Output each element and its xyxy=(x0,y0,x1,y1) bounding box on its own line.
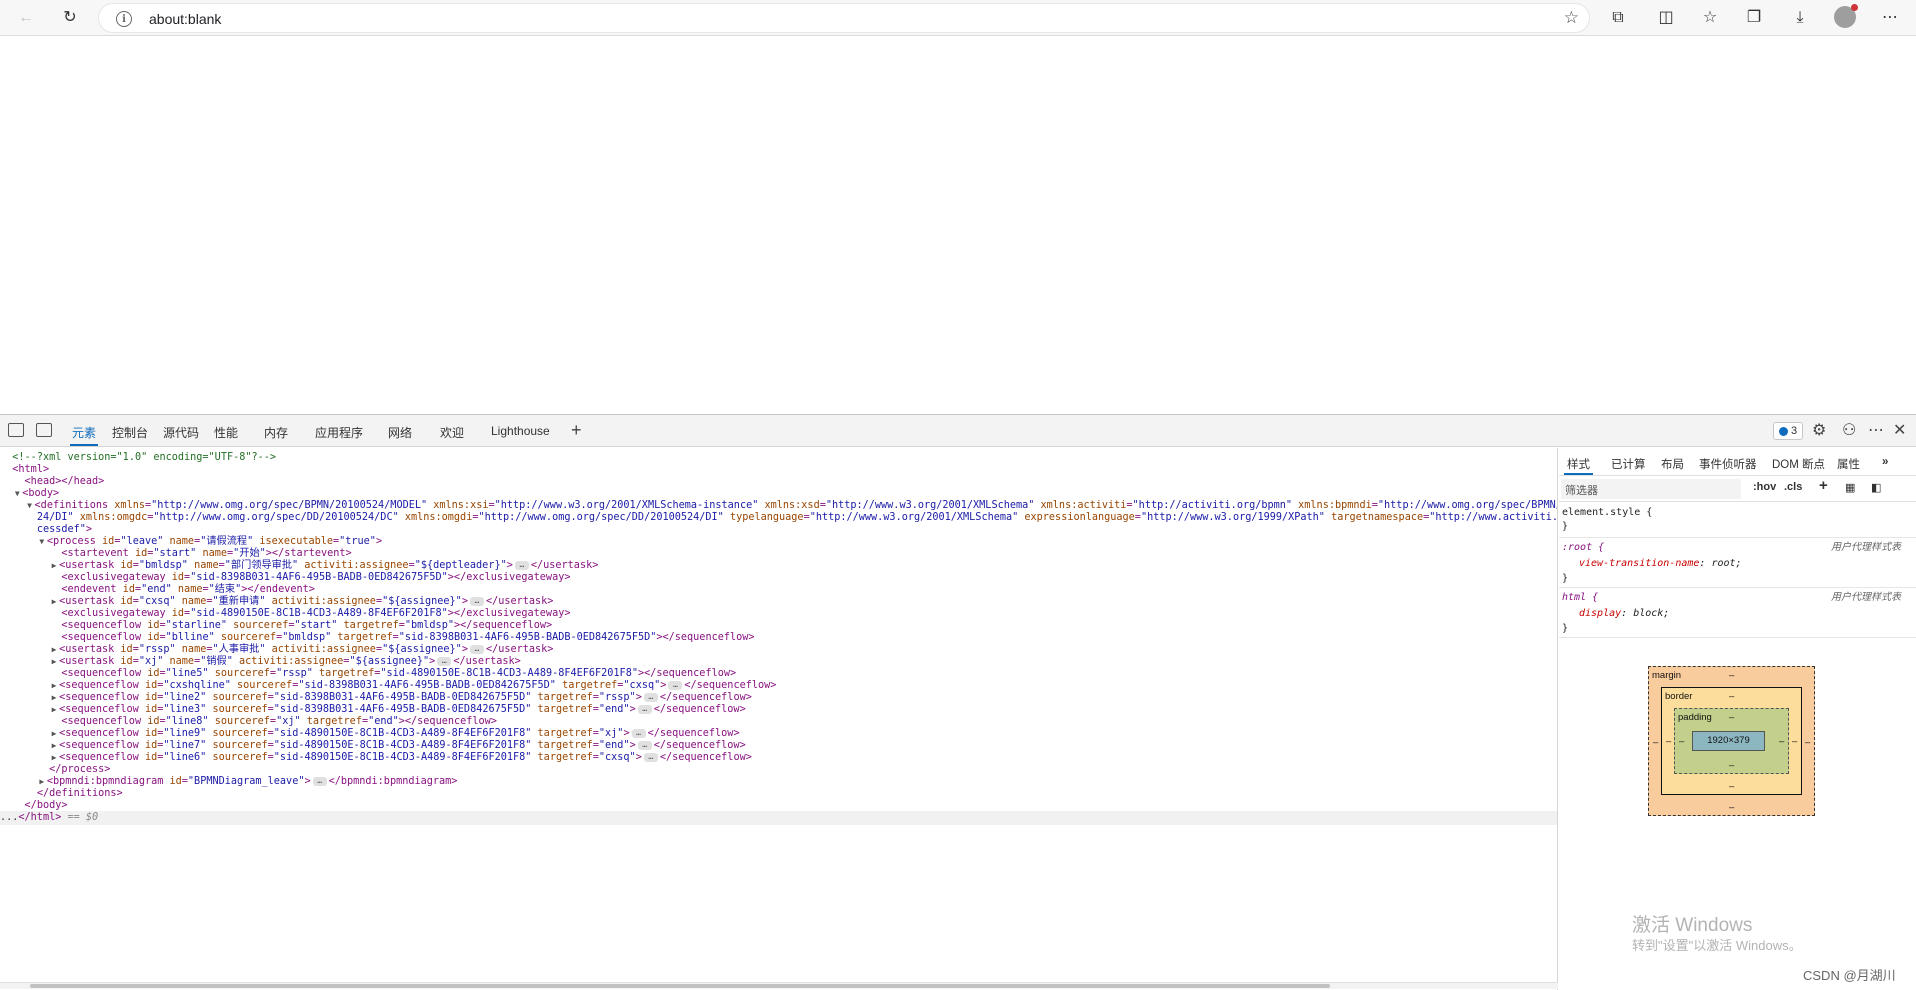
inspect-element-icon[interactable] xyxy=(8,423,24,437)
elements-tree: <!--?xml version="1.0" encoding="UTF-8"?… xyxy=(0,448,1558,990)
split-screen-icon[interactable]: ◫ xyxy=(1654,6,1678,30)
border-left-value: – xyxy=(1666,736,1672,747)
tab-sources[interactable]: 源代码 xyxy=(163,424,199,441)
tab-styles[interactable]: 样式 xyxy=(1564,456,1593,475)
tab-console[interactable]: 控制台 xyxy=(112,424,148,441)
border-top-value: – xyxy=(1729,691,1735,702)
csdn-credit: CSDN @月湖川 xyxy=(1803,968,1896,983)
refresh-icon[interactable]: ↻ xyxy=(58,6,82,30)
border-label: border xyxy=(1665,691,1693,702)
address-bar[interactable]: i about:blank ☆ xyxy=(98,3,1590,33)
browser-toolbar: ← ↻ i about:blank ☆ ⧉ ◫ ☆ ❐ ⤓ ⋯ xyxy=(0,0,1916,36)
paint-icon[interactable]: ▦ xyxy=(1845,481,1855,494)
page-content xyxy=(0,37,1916,414)
border-bottom-value: – xyxy=(1729,781,1735,792)
favorite-add-icon[interactable]: ☆ xyxy=(1564,8,1579,28)
rule-close: } xyxy=(1562,573,1569,584)
padding-label: padding xyxy=(1678,712,1712,723)
devtools-tabbar: 元素 控制台 源代码 性能 内存 应用程序 网络 欢迎 Lighthouse +… xyxy=(0,415,1916,447)
padding-bottom-value: – xyxy=(1729,760,1735,771)
padding-top-value: – xyxy=(1729,712,1735,723)
rule-close: } xyxy=(1562,521,1569,532)
devtools-panel: 元素 控制台 源代码 性能 内存 应用程序 网络 欢迎 Lighthouse +… xyxy=(0,414,1916,990)
issues-badge[interactable]: 3 xyxy=(1773,422,1804,440)
new-rule-icon[interactable]: + xyxy=(1819,477,1828,494)
dock-icon[interactable]: ⚇ xyxy=(1842,420,1856,440)
padding-left-value: – xyxy=(1679,736,1685,747)
styles-filter-bar: 筛选器 :hov .cls + ▦ ◧ xyxy=(1559,476,1916,502)
downloads-icon[interactable]: ⤓ xyxy=(1788,6,1812,30)
property-name: view-transition-name xyxy=(1579,558,1700,569)
tab-event-listeners[interactable]: 事件侦听器 xyxy=(1699,456,1757,472)
tab-application[interactable]: 应用程序 xyxy=(315,424,363,441)
windows-activation-watermark: 激活 Windows xyxy=(1632,915,1753,936)
rule-close: } xyxy=(1562,623,1569,634)
sidebar-toggle-icon[interactable]: ◧ xyxy=(1871,481,1881,494)
tab-properties[interactable]: 属性 xyxy=(1837,456,1860,472)
cls-toggle[interactable]: .cls xyxy=(1784,481,1802,493)
add-tool-icon[interactable]: + xyxy=(571,420,582,441)
styles-filter-input[interactable]: 筛选器 xyxy=(1561,479,1741,499)
property-name: display xyxy=(1579,608,1622,619)
favorites-icon[interactable]: ☆ xyxy=(1698,6,1722,30)
box-model-margin[interactable]: margin – – – – border – – – – padding – … xyxy=(1648,666,1815,816)
tab-layout[interactable]: 布局 xyxy=(1661,456,1684,472)
rule-source[interactable]: 用户代理样式表 xyxy=(1831,591,1901,605)
hov-toggle[interactable]: :hov xyxy=(1753,481,1776,493)
rule-declaration[interactable]: view-transition-name: root; xyxy=(1579,557,1742,571)
address-url[interactable]: about:blank xyxy=(149,11,221,27)
issues-count: 3 xyxy=(1791,425,1798,437)
dom-node-line[interactable]: 24/DI" xmlns:omgdc="http://www.omg.org/s… xyxy=(0,511,1557,525)
style-rule-root: :root { 用户代理样式表 view-transition-name: ro… xyxy=(1559,538,1916,588)
property-value: root; xyxy=(1711,558,1742,569)
device-emulation-icon[interactable] xyxy=(36,423,52,437)
tab-memory[interactable]: 内存 xyxy=(264,424,288,441)
styles-tabbar: 样式 已计算 布局 事件侦听器 DOM 断点 属性 » xyxy=(1559,448,1916,476)
rule-selector: :root { xyxy=(1562,542,1605,553)
margin-left-value: – xyxy=(1653,737,1659,748)
settings-gear-icon[interactable]: ⚙ xyxy=(1812,420,1826,440)
elements-horizontal-scrollbar[interactable] xyxy=(0,982,1558,989)
close-devtools-icon[interactable]: ✕ xyxy=(1893,420,1906,440)
box-model-padding[interactable]: padding – – – – 1920×379 xyxy=(1674,708,1789,774)
property-value: block; xyxy=(1633,608,1670,619)
margin-top-value: – xyxy=(1729,670,1735,681)
margin-label: margin xyxy=(1652,670,1682,681)
more-tabs-icon[interactable]: » xyxy=(1882,456,1888,468)
padding-right-value: – xyxy=(1779,736,1785,747)
style-rule-html: html { 用户代理样式表 display: block; } xyxy=(1559,588,1916,638)
box-model-border[interactable]: border – – – – padding – – – – 1920×379 xyxy=(1661,687,1802,795)
info-icon[interactable]: i xyxy=(116,11,132,27)
styles-pane: 样式 已计算 布局 事件侦听器 DOM 断点 属性 » 筛选器 :hov .cl… xyxy=(1559,448,1916,990)
dom-node-line[interactable]: ▶ <sequenceflow id="line6" sourceref="sid… xyxy=(0,751,752,765)
tab-dom-breakpoints[interactable]: DOM 断点 xyxy=(1772,456,1825,472)
extensions-icon[interactable]: ⧉ xyxy=(1606,6,1630,30)
tab-network[interactable]: 网络 xyxy=(388,424,412,441)
style-rule-element: element.style { } xyxy=(1559,504,1916,538)
back-icon[interactable]: ← xyxy=(14,6,38,30)
dom-node-selected[interactable]: ...</html> == $0 xyxy=(0,811,1557,825)
box-model-content[interactable]: 1920×379 xyxy=(1692,731,1765,751)
rule-source[interactable]: 用户代理样式表 xyxy=(1831,541,1901,555)
tab-welcome[interactable]: 欢迎 xyxy=(440,424,464,441)
windows-activation-hint: 转到"设置"以激活 Windows。 xyxy=(1632,938,1802,953)
tab-elements[interactable]: 元素 xyxy=(69,424,99,446)
rule-selector: element.style { xyxy=(1562,507,1653,518)
rule-declaration[interactable]: display: block; xyxy=(1579,607,1669,621)
tab-performance[interactable]: 性能 xyxy=(214,424,238,441)
tab-computed[interactable]: 已计算 xyxy=(1611,456,1646,472)
margin-bottom-value: – xyxy=(1729,802,1735,813)
tab-lighthouse[interactable]: Lighthouse xyxy=(491,424,550,438)
margin-right-value: – xyxy=(1805,737,1811,748)
border-right-value: – xyxy=(1792,736,1798,747)
more-menu-icon[interactable]: ⋯ xyxy=(1878,6,1902,30)
collections-icon[interactable]: ❐ xyxy=(1742,6,1766,30)
profile-avatar[interactable] xyxy=(1834,4,1858,28)
devtools-more-icon[interactable]: ⋯ xyxy=(1868,420,1884,440)
issue-icon xyxy=(1779,426,1788,436)
rule-selector: html { xyxy=(1562,592,1599,603)
